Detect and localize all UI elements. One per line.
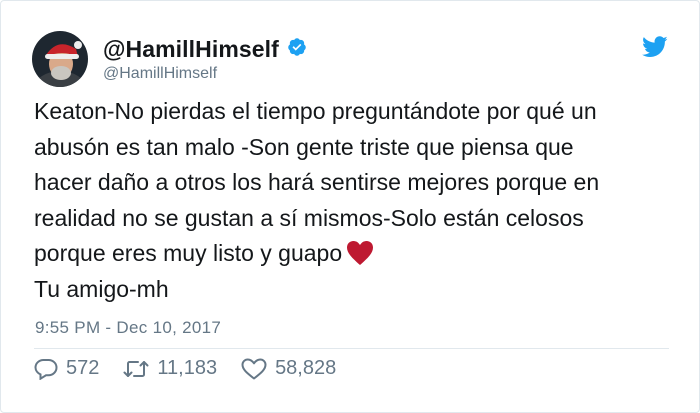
reply-count: 572 bbox=[66, 357, 100, 379]
like-button[interactable]: 58,828 bbox=[241, 357, 336, 380]
like-count: 58,828 bbox=[275, 357, 337, 379]
author-name-row: @HamillHimself bbox=[103, 36, 307, 63]
avatar[interactable] bbox=[32, 31, 88, 87]
action-bar: 572 11,183 58,828 bbox=[34, 357, 360, 380]
tweet-body: Keaton-No pierdas el tiempo preguntándot… bbox=[34, 98, 600, 267]
display-name[interactable]: @HamillHimself bbox=[103, 36, 279, 63]
red-heart-emoji-icon bbox=[346, 240, 374, 266]
tweet-card: @HamillHimself @HamillHimself Keaton-No … bbox=[0, 0, 700, 413]
retweet-count: 11,183 bbox=[157, 357, 218, 379]
twitter-bird-icon[interactable] bbox=[642, 36, 668, 58]
retweet-icon bbox=[123, 358, 149, 380]
tweet-signoff: Tu amigo-mh bbox=[34, 275, 169, 302]
reply-icon bbox=[34, 358, 58, 380]
tweet-text: Keaton-No pierdas el tiempo preguntándot… bbox=[34, 94, 684, 308]
reply-button[interactable]: 572 bbox=[34, 357, 99, 380]
divider bbox=[34, 348, 669, 349]
verified-badge-icon bbox=[287, 37, 307, 62]
timestamp-link[interactable]: 9:55 PM - Dec 10, 2017 bbox=[35, 318, 221, 338]
retweet-button[interactable]: 11,183 bbox=[123, 357, 217, 380]
handle[interactable]: @HamillHimself bbox=[103, 65, 217, 83]
heart-outline-icon bbox=[241, 358, 267, 380]
